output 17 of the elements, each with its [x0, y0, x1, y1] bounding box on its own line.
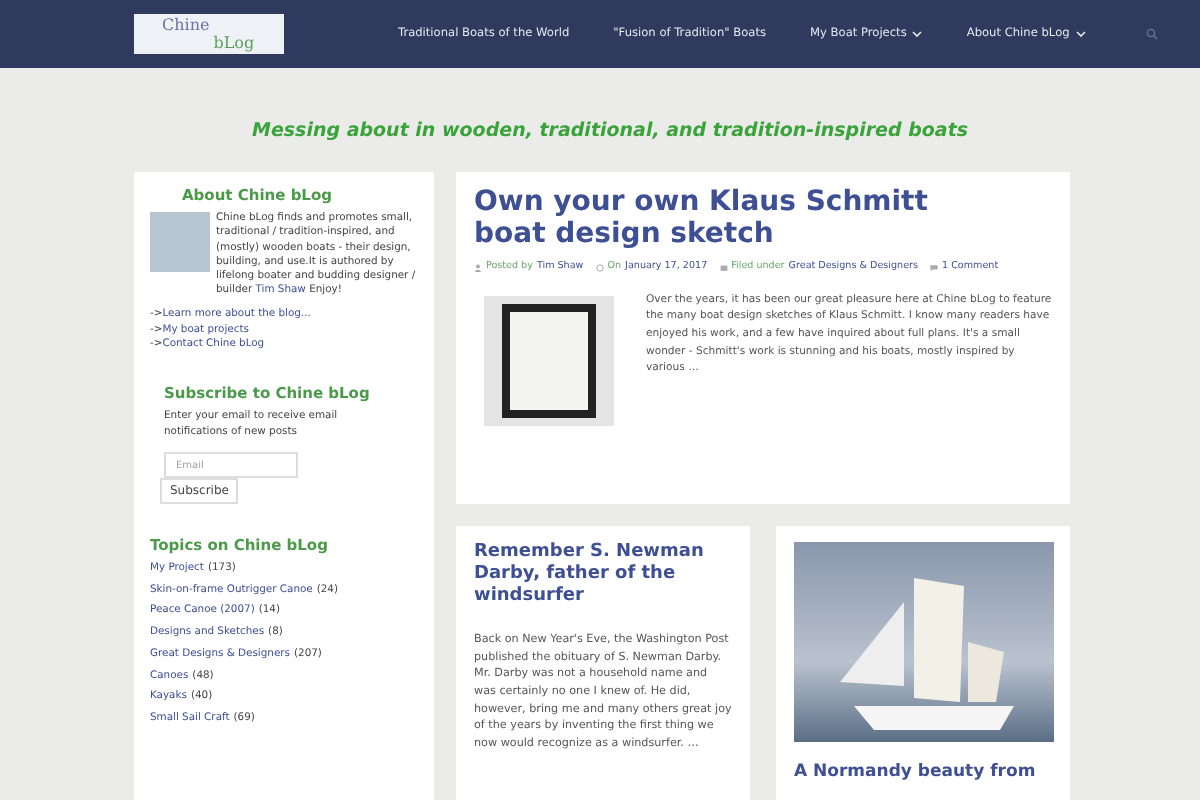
photo-placeholder[interactable]: [794, 542, 1054, 743]
comment-icon: [930, 264, 938, 272]
post-title[interactable]: Remember S. Newman Darby, father of the windsurfer: [474, 542, 732, 609]
post-title[interactable]: A Normandy beauty from: [794, 762, 1052, 785]
framed-sketch-drawing[interactable]: [484, 295, 614, 426]
site-tagline: Messing about in wooden, traditional, and tradition-inspired boats: [249, 118, 971, 146]
site-logo[interactable]: Chine bLog: [134, 14, 284, 54]
post-title[interactable]: Own your own Klaus Schmitt boat design sketch: [474, 186, 954, 251]
chevron-icon: [912, 30, 923, 38]
folder-icon: [719, 264, 728, 272]
chevron-icon: [1075, 30, 1086, 38]
logo-word: Chine: [162, 14, 210, 38]
search-icon[interactable]: [1145, 28, 1158, 40]
person-icon: [474, 264, 482, 272]
clock-icon: [595, 264, 604, 272]
avatar-placeholder: [150, 212, 210, 273]
logo-word: bLog: [213, 34, 255, 54]
